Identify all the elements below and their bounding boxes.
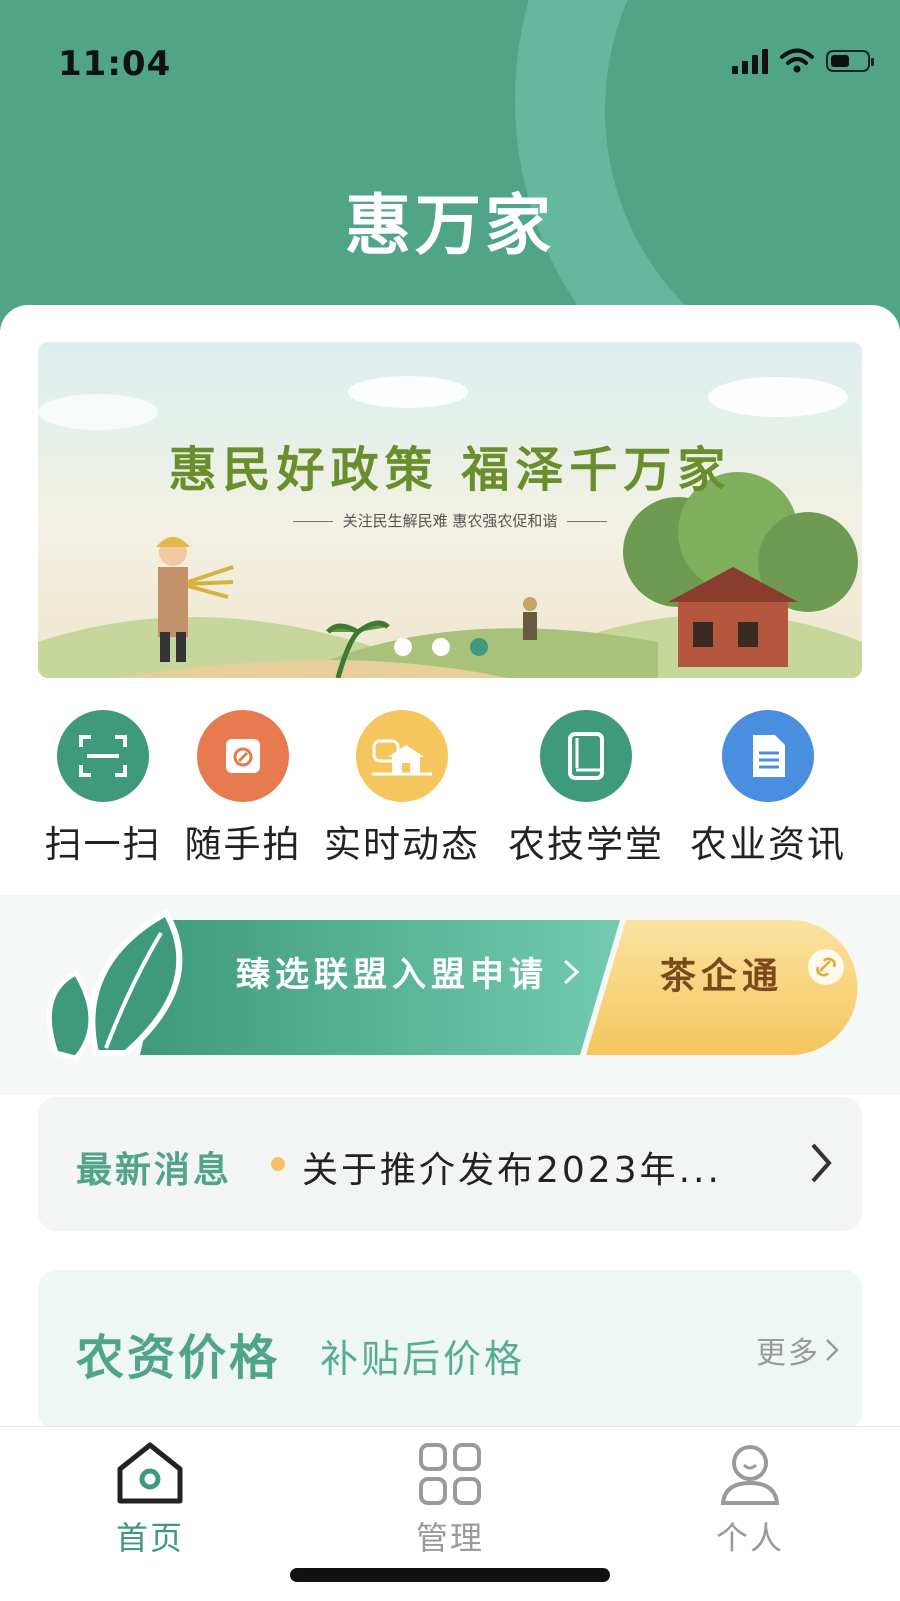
tab-profile[interactable]: 个人 (670, 1441, 830, 1559)
scan-icon (57, 710, 149, 802)
bullet-dot (271, 1157, 285, 1171)
quick-action-label: 随手拍 (184, 823, 302, 866)
carousel-dot[interactable] (394, 638, 412, 656)
camera-bag-icon (197, 710, 289, 802)
quick-actions: 扫一扫 随手拍 实时动态 农技学堂 农业资讯 (0, 710, 900, 880)
quick-action-classroom[interactable]: 农技学堂 (496, 710, 676, 868)
latest-news-bar[interactable]: 最新消息 关于推介发布2023年... (38, 1097, 862, 1231)
tab-label: 首页 (115, 1519, 184, 1557)
latest-news-label: 最新消息 (76, 1150, 233, 1191)
quick-action-label: 农技学堂 (508, 823, 664, 866)
tab-home[interactable]: 首页 (70, 1441, 230, 1559)
banner-carousel[interactable]: 惠民好政策 福泽千万家 关注民生解民难 惠农强农促和谐 (38, 342, 862, 678)
more-link[interactable]: 更多 (756, 1328, 840, 1372)
battery-icon (826, 50, 874, 72)
tab-manage[interactable]: 管理 (370, 1441, 530, 1559)
tea-enterprise-button[interactable]: 茶企通 (660, 947, 783, 999)
farm-supplies-price-card: 农资价格 补贴后价格 更多 (38, 1270, 862, 1430)
chevron-right-icon (826, 1339, 839, 1361)
link-icon (808, 949, 844, 985)
alliance-apply-label: 臻选联盟入盟申请 (236, 955, 548, 995)
home-icon (117, 1442, 183, 1504)
wifi-icon (780, 48, 814, 73)
price-section-subtitle: 补贴后价格 (320, 1337, 526, 1381)
quick-action-label: 扫一扫 (44, 823, 162, 866)
tea-enterprise-label: 茶企通 (660, 956, 784, 997)
banner-tagline: 关注民生解民难 惠农强农促和谐 (38, 510, 862, 531)
carousel-dot-active[interactable] (470, 638, 488, 656)
document-icon (722, 710, 814, 802)
alliance-apply-button[interactable]: 臻选联盟入盟申请 (236, 947, 580, 996)
quick-action-label: 实时动态 (324, 823, 480, 866)
promo-section: 臻选联盟入盟申请 茶企通 (0, 895, 900, 1095)
quick-action-label: 农业资讯 (690, 823, 846, 866)
user-icon (720, 1445, 780, 1505)
book-icon (540, 710, 632, 802)
house-scene-icon (356, 710, 448, 802)
leaf-icon (46, 908, 183, 1061)
chevron-right-icon (563, 959, 580, 984)
home-indicator (290, 1568, 610, 1582)
status-icons (732, 48, 874, 74)
price-section-title: 农资价格 (76, 1330, 281, 1386)
tab-label: 管理 (415, 1519, 484, 1557)
quick-action-scan[interactable]: 扫一扫 (38, 710, 168, 868)
latest-news-text: 关于推介发布2023年... (302, 1150, 722, 1191)
cellular-signal-icon (732, 48, 768, 74)
quick-action-news[interactable]: 农业资讯 (678, 710, 858, 868)
carousel-dot[interactable] (432, 638, 450, 656)
quick-action-snapshot[interactable]: 随手拍 (178, 710, 308, 868)
app-title: 惠万家 (345, 187, 555, 264)
chevron-right-icon (811, 1143, 832, 1183)
grid-icon (419, 1443, 481, 1505)
status-time: 11:04 (58, 44, 172, 84)
quick-action-live[interactable]: 实时动态 (312, 710, 492, 868)
more-label: 更多 (756, 1336, 820, 1371)
tab-label: 个人 (715, 1519, 784, 1557)
app-header: 11:04 惠万家 (0, 0, 900, 330)
banner-headline: 惠民好政策 福泽千万家 (168, 442, 732, 498)
